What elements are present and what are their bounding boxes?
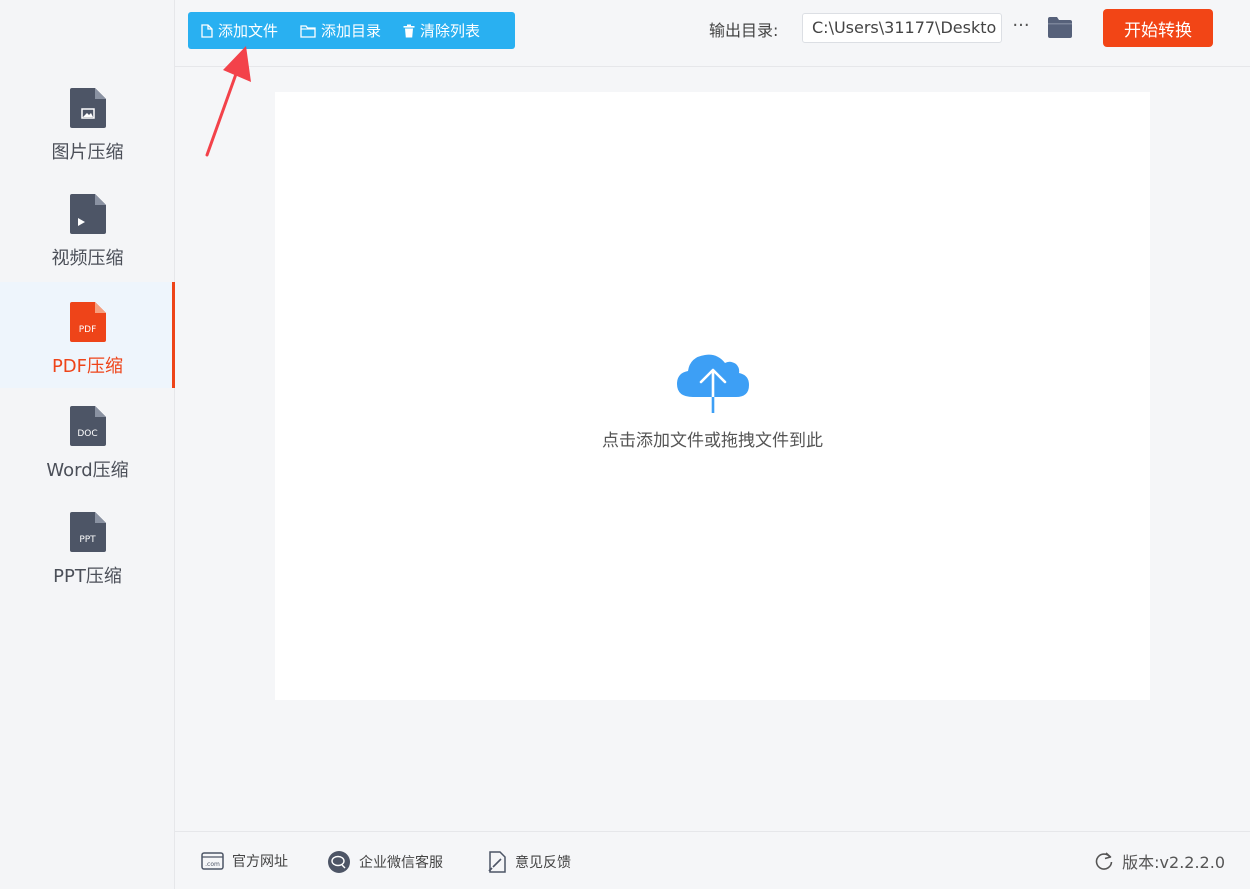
- website-icon: .com: [201, 852, 224, 870]
- output-dir-label: 输出目录:: [709, 21, 779, 40]
- refresh-icon: [1095, 852, 1113, 870]
- annotation-arrow-icon: [205, 46, 251, 157]
- trash-icon: [403, 24, 415, 37]
- image-file-icon: [69, 88, 106, 128]
- start-convert-button[interactable]: 开始转换: [1103, 9, 1213, 47]
- add-folder-button[interactable]: 添加目录: [278, 12, 381, 49]
- output-dir-field[interactable]: C:\Users\31177\Deskto: [802, 13, 1002, 43]
- sidebar: 图片压缩 视频压缩 PDF PDF压缩 DOC Word压缩 PPT PPT压缩: [0, 0, 175, 889]
- sidebar-item-label: 图片压缩: [51, 142, 124, 163]
- drop-hint-text: 点击添加文件或拖拽文件到此: [602, 431, 823, 451]
- video-file-icon: [69, 194, 106, 234]
- sidebar-item-label: PDF压缩: [51, 356, 124, 377]
- top-bar: 添加文件 添加目录 清除列表 输出目录: C:\Users\31177\Desk…: [175, 0, 1250, 67]
- footer: .com 官方网址 企业微信客服 意见反馈 版本:v2.2.2.0: [175, 831, 1250, 889]
- cloud-upload-icon: [677, 354, 749, 413]
- folder-icon: [300, 24, 316, 38]
- wechat-support-link[interactable]: 企业微信客服: [327, 851, 443, 873]
- file-drop-zone[interactable]: 点击添加文件或拖拽文件到此: [275, 92, 1150, 700]
- pdf-file-icon: PDF: [69, 302, 106, 342]
- feedback-link[interactable]: 意见反馈: [487, 851, 571, 873]
- wechat-icon: [328, 851, 350, 873]
- sidebar-item-word-compress[interactable]: DOC Word压缩: [0, 398, 175, 504]
- open-folder-icon[interactable]: [1047, 14, 1073, 40]
- file-icon: [201, 23, 213, 38]
- clear-list-button[interactable]: 清除列表: [381, 12, 480, 49]
- sidebar-item-ppt-compress[interactable]: PPT PPT压缩: [0, 504, 175, 610]
- doc-file-icon: DOC: [69, 406, 106, 446]
- official-website-link[interactable]: .com 官方网址: [201, 851, 288, 871]
- app-window: 图片压缩 视频压缩 PDF PDF压缩 DOC Word压缩 PPT PPT压缩…: [0, 0, 1250, 889]
- ppt-file-icon: PPT: [69, 512, 106, 552]
- sidebar-item-label: PPT压缩: [53, 566, 122, 587]
- sidebar-item-pdf-compress[interactable]: PDF PDF压缩: [0, 282, 175, 388]
- svg-text:.com: .com: [205, 861, 220, 868]
- version-info: 版本:v2.2.2.0: [1094, 849, 1225, 873]
- sidebar-item-image-compress[interactable]: 图片压缩: [0, 80, 175, 186]
- more-options-button[interactable]: ···: [1010, 13, 1032, 41]
- sidebar-item-video-compress[interactable]: 视频压缩: [0, 186, 175, 292]
- sidebar-item-label: 视频压缩: [51, 248, 124, 269]
- sidebar-item-label: Word压缩: [46, 460, 129, 481]
- feedback-icon: [488, 851, 506, 873]
